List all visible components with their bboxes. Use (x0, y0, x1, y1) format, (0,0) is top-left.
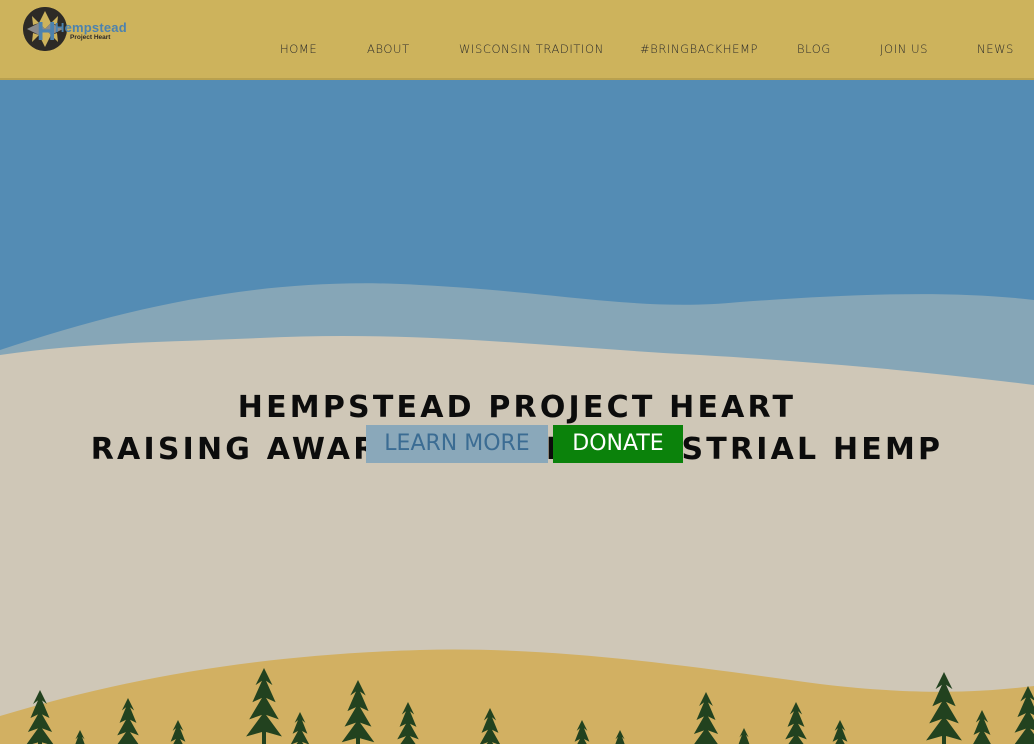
nav-blog[interactable]: BLOG (797, 42, 831, 56)
site-header: H Hempstead Project Heart HOME ABOUT WIS… (0, 0, 1034, 80)
nav-home[interactable]: HOME (280, 42, 317, 56)
donate-button[interactable]: DONATE (553, 425, 683, 463)
nav-wisconsin-tradition[interactable]: WISCONSIN TRADITION (459, 42, 604, 56)
hero-title: HEMPSTEAD PROJECT HEART (237, 390, 797, 425)
nav-about[interactable]: ABOUT (367, 42, 410, 56)
hero-section: HEMPSTEAD PROJECT HEART RAISING AWARENES… (0, 80, 1034, 744)
learn-more-button[interactable]: LEARN MORE (366, 425, 548, 463)
main-nav: HOME ABOUT WISCONSIN TRADITION #BRINGBAC… (0, 42, 1034, 60)
nav-join-us[interactable]: JOIN US (880, 42, 928, 56)
nav-bringbackhemp[interactable]: #BRINGBACKHEMP (640, 42, 758, 56)
nav-news[interactable]: NEWS (977, 42, 1014, 56)
logo-subtitle: Project Heart (70, 34, 111, 41)
logo-title: Hempstead (55, 20, 127, 35)
